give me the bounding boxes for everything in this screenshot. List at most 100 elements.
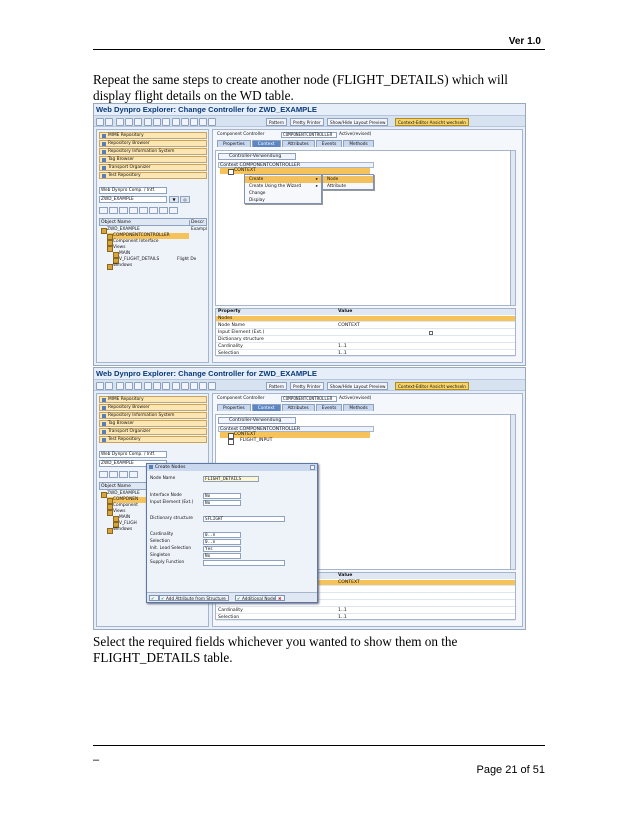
repository-browser-button[interactable]: Repository Browser [99, 404, 207, 411]
add-attribute-button[interactable]: Add Attribute from Structure [159, 595, 229, 601]
transport-organizer-button[interactable]: Transport Organizer [99, 428, 207, 435]
controller-usage-button[interactable]: Controller-Verwendung [218, 417, 296, 424]
tab-properties[interactable]: Properties [217, 404, 251, 411]
flight-input-node[interactable]: FLIGHT_INPUT [220, 438, 370, 445]
collapse-icon[interactable] [99, 207, 108, 214]
collapse-icon[interactable] [99, 471, 108, 478]
repository-browser-button[interactable]: Repository Browser [99, 140, 207, 147]
dictionary-structure-input[interactable]: SFLIGHT [203, 516, 285, 522]
back-icon[interactable] [96, 382, 104, 390]
refresh-icon[interactable] [119, 207, 128, 214]
forward-icon[interactable] [105, 118, 113, 126]
test-icon[interactable] [172, 382, 180, 390]
find-icon[interactable] [129, 471, 138, 478]
activate-icon[interactable] [125, 118, 133, 126]
edit-icon[interactable] [116, 118, 124, 126]
scrollbar[interactable] [510, 415, 515, 569]
mime-icon[interactable] [162, 118, 170, 126]
tab-attributes[interactable]: Attributes [281, 404, 315, 411]
mime-repository-button[interactable]: MIME Repository [99, 396, 207, 403]
help-icon[interactable] [190, 118, 198, 126]
layout-preview-button[interactable]: Show/Hide Layout Preview [327, 382, 389, 390]
tree-icon[interactable] [153, 382, 161, 390]
pattern-button[interactable]: Pattern [266, 118, 288, 126]
expand-icon[interactable] [109, 471, 118, 478]
find-icon[interactable] [129, 207, 138, 214]
property-row[interactable]: Cardinality 1..1 [216, 608, 515, 614]
pretty-printer-button[interactable]: Pretty Printer [290, 118, 324, 126]
init-lead-selection-select[interactable]: Yes [203, 546, 241, 552]
tab-methods[interactable]: Methods [343, 140, 374, 147]
additional-node-button[interactable]: Additional Node [235, 595, 279, 601]
repository-info-button[interactable]: Repository Information System [99, 412, 207, 419]
test-repository-button[interactable]: Test Repository [99, 172, 207, 179]
stop-icon[interactable] [208, 382, 216, 390]
tag-browser-button[interactable]: Tag Browser [99, 156, 207, 163]
node-name-input[interactable]: FLIGHT_DETAILS [203, 476, 259, 482]
component-field[interactable]: COMPONENTCONTROLLER [281, 396, 337, 402]
menu-change[interactable]: Change [245, 190, 321, 197]
menu-create[interactable]: Create ▸ [245, 176, 321, 183]
component-field[interactable]: COMPONENTCONTROLLER [281, 132, 337, 138]
check-icon[interactable] [134, 382, 142, 390]
context-editor-button[interactable]: Context-Editor Ansicht wechseln [395, 118, 469, 126]
stop-icon[interactable] [208, 118, 216, 126]
layout-icon[interactable] [199, 382, 207, 390]
layout-preview-button[interactable]: Show/Hide Layout Preview [327, 118, 389, 126]
object-type-select[interactable]: Web Dynpro Comp. / Intf. [99, 187, 167, 194]
property-row[interactable]: Cardinality 1..1 [216, 344, 515, 350]
interface-node-select[interactable]: No [203, 493, 241, 499]
context-editor-button[interactable]: Context-Editor Ansicht wechseln [395, 382, 469, 390]
activate-icon[interactable] [125, 382, 133, 390]
property-row[interactable]: Dictionary structure [216, 337, 515, 343]
scrollbar[interactable] [510, 151, 515, 305]
selection-select[interactable]: 0..n [203, 539, 241, 545]
supply-function-input[interactable] [203, 560, 285, 566]
edit-icon[interactable] [116, 382, 124, 390]
where-used-icon[interactable] [149, 207, 158, 214]
tree-node-windows[interactable]: Windows [107, 263, 132, 270]
tab-events[interactable]: Events [315, 140, 343, 147]
input-element-select[interactable]: No [203, 500, 241, 506]
close-icon[interactable] [169, 207, 178, 214]
tab-attributes[interactable]: Attributes [281, 140, 315, 147]
mime-icon[interactable] [162, 382, 170, 390]
pattern-button[interactable]: Pattern [266, 382, 288, 390]
pretty-printer-button[interactable]: Pretty Printer [290, 382, 324, 390]
close-icon[interactable] [310, 465, 315, 470]
cardinality-select[interactable]: 0..n [203, 532, 241, 538]
singleton-select[interactable]: No [203, 553, 241, 559]
tree-node-windows[interactable]: Windows [107, 527, 132, 534]
cancel-icon[interactable]: ✖ [275, 595, 285, 601]
transport-organizer-button[interactable]: Transport Organizer [99, 164, 207, 171]
object-name-input[interactable]: ZWD_EXAMPLE [99, 196, 167, 203]
tab-context[interactable]: Context [251, 404, 281, 411]
tree-icon[interactable] [153, 118, 161, 126]
property-row[interactable]: Selection 1..1 [216, 351, 515, 357]
copy-icon[interactable] [139, 207, 148, 214]
property-row[interactable]: Node Name CONTEXT [216, 323, 515, 329]
display-icon[interactable]: ◎ [180, 196, 190, 203]
menu-display[interactable]: Display [245, 197, 321, 204]
expand-icon[interactable] [109, 207, 118, 214]
property-row[interactable]: Input Element (Ext.) [216, 330, 515, 336]
checkbox[interactable] [429, 331, 433, 335]
menu-node[interactable]: Node [323, 176, 373, 183]
check-icon[interactable] [134, 118, 142, 126]
info-icon[interactable] [144, 382, 152, 390]
test-icon[interactable] [172, 118, 180, 126]
ok-button[interactable] [149, 595, 159, 601]
nav-icon[interactable] [181, 118, 189, 126]
controller-usage-button[interactable]: Controller-Verwendung [218, 153, 296, 160]
tag-browser-button[interactable]: Tag Browser [99, 420, 207, 427]
layout-icon[interactable] [199, 118, 207, 126]
tab-context[interactable]: Context [251, 140, 281, 147]
tab-properties[interactable]: Properties [217, 140, 251, 147]
back-icon[interactable] [96, 118, 104, 126]
object-type-select[interactable]: Web Dynpro Comp. / Intf. [99, 451, 167, 458]
dropdown-icon[interactable]: ▼ [169, 196, 179, 203]
refresh-icon[interactable] [119, 471, 128, 478]
test-repository-button[interactable]: Test Repository [99, 436, 207, 443]
nav-icon[interactable] [181, 382, 189, 390]
help-icon[interactable] [190, 382, 198, 390]
